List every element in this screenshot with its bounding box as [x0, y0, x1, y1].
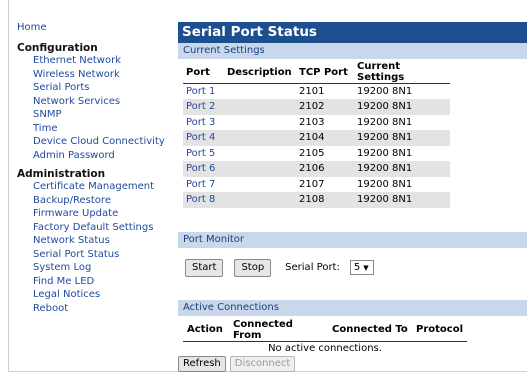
port-monitor-controls: Start Stop Serial Port: 5 ▼	[178, 248, 527, 280]
port-description	[224, 84, 296, 100]
current-settings-table: Port Description TCP Port Current Settin…	[183, 61, 450, 208]
port-link[interactable]: Port 4	[186, 132, 215, 143]
sidebar-nav: Home Configuration Ethernet Network Wire…	[17, 22, 177, 321]
column-header-protocol: Protocol	[412, 318, 468, 342]
sidebar-item-network-services[interactable]: Network Services	[33, 95, 177, 109]
action-bar: Refresh Disconnect	[178, 356, 296, 372]
table-row: Port 7 2107 19200 8N1	[183, 177, 450, 193]
table-row: Port 1 2101 19200 8N1	[183, 84, 450, 100]
port-tcp: 2102	[296, 99, 354, 115]
port-description	[224, 99, 296, 115]
stop-button[interactable]: Stop	[234, 258, 272, 277]
port-description	[224, 130, 296, 146]
port-settings: 19200 8N1	[354, 161, 450, 177]
port-link[interactable]: Port 3	[186, 117, 215, 128]
active-connections-header: Active Connections	[178, 299, 527, 316]
serial-port-label: Serial Port:	[285, 262, 340, 273]
table-row: No active connections.	[183, 341, 467, 356]
table-row: Port 2 2102 19200 8N1	[183, 99, 450, 115]
column-header-action: Action	[183, 318, 229, 342]
table-header-row: Port Description TCP Port Current Settin…	[183, 61, 450, 84]
sidebar-item-legal-notices[interactable]: Legal Notices	[33, 288, 177, 302]
column-header-description: Description	[224, 61, 296, 84]
sidebar-item-ethernet-network[interactable]: Ethernet Network	[33, 54, 177, 68]
sidebar-item-system-log[interactable]: System Log	[33, 261, 177, 275]
port-link[interactable]: Port 2	[186, 101, 215, 112]
sidebar-item-serial-port-status[interactable]: Serial Port Status	[33, 248, 177, 262]
column-header-connected-from: Connected From	[229, 318, 328, 342]
port-tcp: 2104	[296, 130, 354, 146]
sidebar-home-link[interactable]: Home	[17, 22, 177, 34]
port-tcp: 2108	[296, 192, 354, 208]
port-settings: 19200 8N1	[354, 130, 450, 146]
active-connections-table: Action Connected From Connected To Proto…	[183, 318, 468, 357]
table-row: Port 5 2105 19200 8N1	[183, 146, 450, 162]
disconnect-button[interactable]: Disconnect	[229, 356, 296, 372]
port-tcp: 2106	[296, 161, 354, 177]
port-link[interactable]: Port 8	[186, 194, 215, 205]
refresh-button[interactable]: Refresh	[178, 356, 226, 372]
port-tcp: 2107	[299, 178, 325, 190]
sidebar-item-firmware-update[interactable]: Firmware Update	[33, 207, 177, 221]
port-settings: 19200 8N1	[357, 178, 413, 190]
table-row: Port 6 2106 19200 8N1	[183, 161, 450, 177]
port-description	[224, 146, 296, 162]
current-settings-header: Current Settings	[178, 43, 527, 59]
sidebar-item-time[interactable]: Time	[33, 122, 177, 136]
port-description	[224, 192, 296, 208]
serial-port-value: 5	[353, 262, 361, 273]
chevron-down-icon: ▼	[363, 263, 369, 272]
column-header-port: Port	[183, 61, 224, 84]
port-tcp: 2101	[299, 86, 325, 97]
port-link[interactable]: Port 5	[186, 148, 215, 159]
table-row: Port 3 2103 19200 8N1	[183, 115, 450, 131]
port-settings: 19200 8N1	[354, 99, 450, 115]
port-tcp: 2103	[299, 116, 325, 128]
column-header-current-settings: Current Settings	[354, 61, 450, 84]
start-button[interactable]: Start	[185, 258, 224, 277]
port-link[interactable]: Port 6	[186, 163, 215, 174]
sidebar-item-admin-password[interactable]: Admin Password	[33, 149, 177, 163]
sidebar-item-serial-ports[interactable]: Serial Ports	[33, 81, 177, 95]
sidebar-item-device-cloud[interactable]: Device Cloud Connectivity	[33, 135, 177, 149]
sidebar-item-factory-default[interactable]: Factory Default Settings	[33, 221, 177, 235]
port-tcp: 2105	[299, 147, 325, 159]
port-monitor-header: Port Monitor	[178, 231, 527, 248]
port-description	[224, 115, 296, 131]
sidebar-section-title: Administration	[17, 168, 106, 180]
sidebar-section-title: Configuration	[17, 42, 98, 54]
table-row: Port 8 2108 19200 8N1	[183, 192, 450, 208]
sidebar-item-backup-restore[interactable]: Backup/Restore	[33, 194, 177, 208]
port-description	[224, 161, 296, 177]
port-link[interactable]: Port 7	[186, 179, 215, 190]
port-settings: 19200 8N1	[357, 147, 413, 159]
port-settings: 19200 8N1	[354, 192, 450, 208]
sidebar-item-find-me-led[interactable]: Find Me LED	[33, 275, 177, 289]
sidebar-section-configuration: Configuration Ethernet Network Wireless …	[17, 42, 177, 162]
column-header-tcp-port: TCP Port	[296, 61, 354, 84]
port-description	[224, 177, 296, 193]
sidebar-item-snmp[interactable]: SNMP	[33, 108, 177, 122]
serial-port-select[interactable]: 5 ▼	[349, 260, 374, 275]
table-header-row: Action Connected From Connected To Proto…	[183, 318, 468, 342]
sidebar-item-certificate-management[interactable]: Certificate Management	[33, 180, 177, 194]
port-link[interactable]: Port 1	[186, 86, 215, 97]
sidebar-section-administration: Administration Certificate Management Ba…	[17, 168, 177, 315]
main-content: Serial Port Status Current Settings Port…	[178, 22, 527, 356]
empty-message: No active connections.	[268, 343, 382, 355]
column-header-connected-to: Connected To	[328, 318, 412, 342]
port-settings: 19200 8N1	[357, 116, 413, 128]
page-title: Serial Port Status	[178, 22, 527, 43]
sidebar-item-reboot[interactable]: Reboot	[33, 302, 177, 316]
sidebar-item-wireless-network[interactable]: Wireless Network	[33, 68, 177, 82]
port-settings: 19200 8N1	[357, 86, 413, 97]
table-row: Port 4 2104 19200 8N1	[183, 130, 450, 146]
sidebar-item-network-status[interactable]: Network Status	[33, 234, 177, 248]
